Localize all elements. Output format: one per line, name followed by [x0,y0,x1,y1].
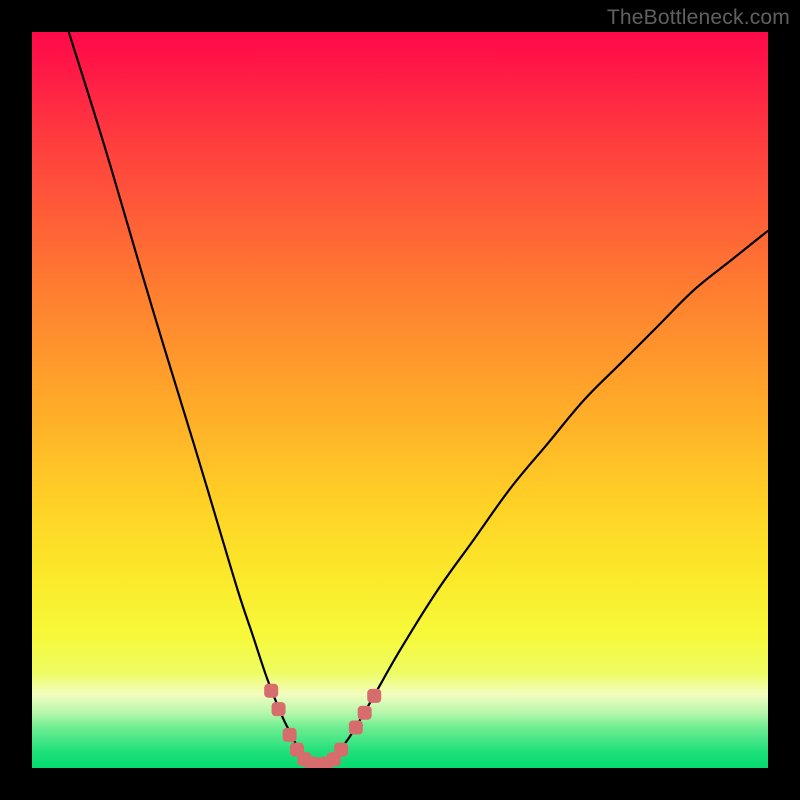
curve-marker [264,684,278,698]
chart-svg [32,32,768,768]
curve-marker [349,721,363,735]
curve-marker [272,702,286,716]
chart-frame: TheBottleneck.com [0,0,800,800]
curve-marker [358,706,372,720]
bottleneck-curve [69,32,768,764]
curve-markers [264,684,381,768]
curve-marker [367,689,381,703]
curve-marker [283,728,297,742]
watermark-text: TheBottleneck.com [607,6,790,30]
curve-marker [334,743,348,757]
plot-area [32,32,768,768]
